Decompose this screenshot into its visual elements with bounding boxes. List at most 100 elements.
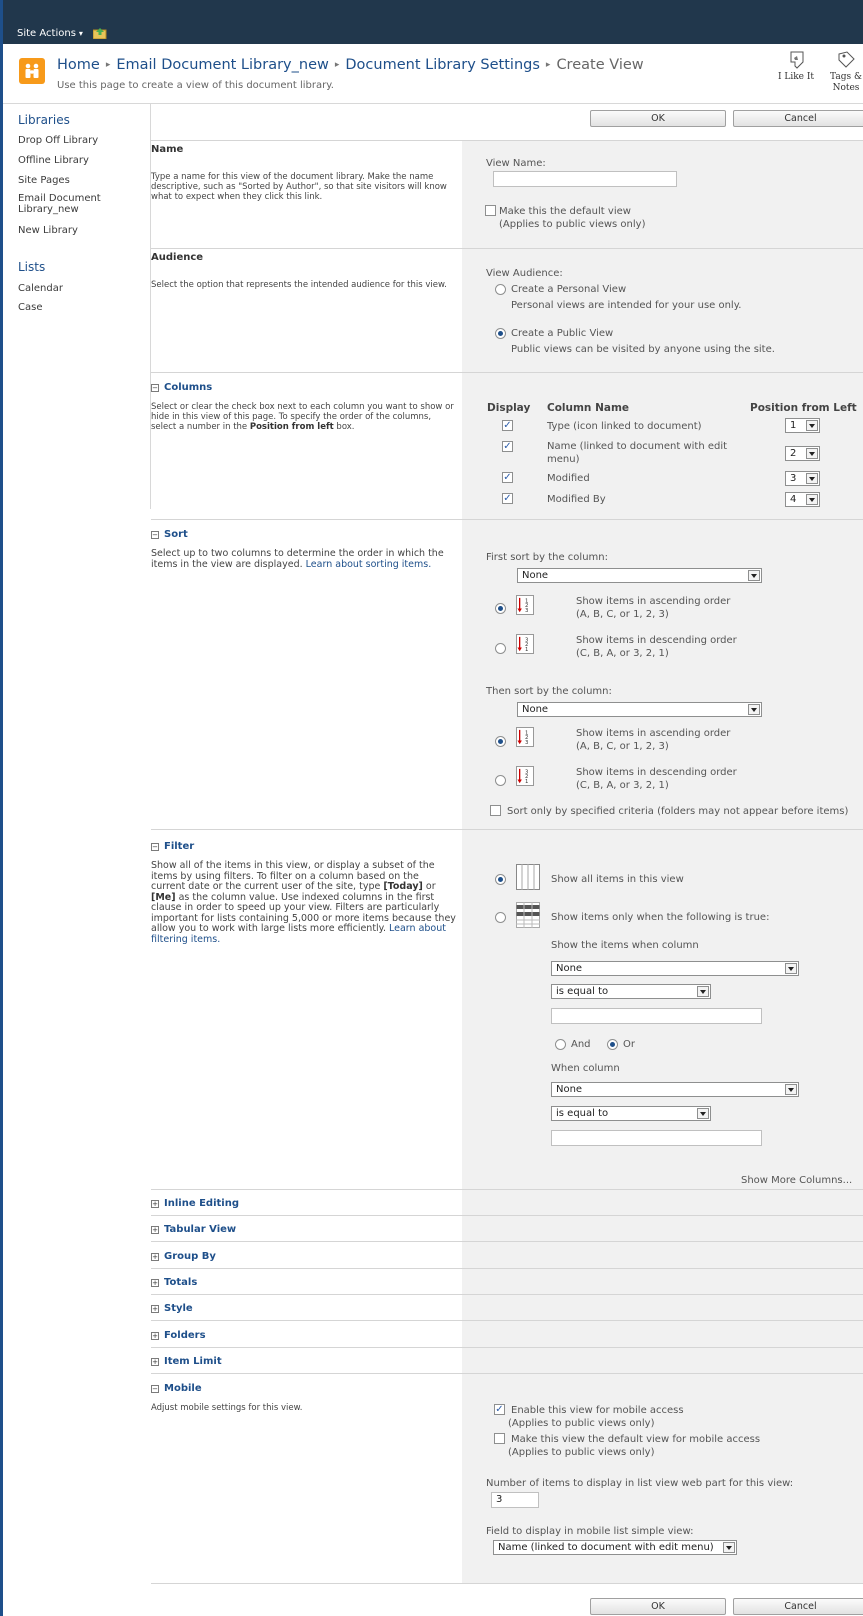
nav-item-case[interactable]: Case xyxy=(18,302,42,313)
mobile-field-label: Field to display in mobile list simple v… xyxy=(486,1526,694,1537)
filter-column-1-select[interactable]: None xyxy=(551,961,799,976)
view-name-input[interactable] xyxy=(493,171,677,187)
column-display-checkbox[interactable]: ✓ xyxy=(502,420,513,431)
mobile-section-toggle[interactable]: − Mobile xyxy=(151,1383,202,1394)
sort-section-toggle[interactable]: − Sort xyxy=(151,529,188,540)
filter-section-toggle[interactable]: − Filter xyxy=(151,841,194,852)
filter-column-2-select[interactable]: None xyxy=(551,1082,799,1097)
inline-editing-toggle[interactable]: + Inline Editing xyxy=(151,1198,239,1209)
column-position-select[interactable]: 1 xyxy=(785,418,820,433)
columns-section-description: Select or clear the check box next to ea… xyxy=(151,402,456,432)
enable-mobile-checkbox[interactable]: ✓ xyxy=(494,1404,505,1415)
personal-view-note: Personal views are intended for your use… xyxy=(511,300,742,311)
nav-heading-libraries[interactable]: Libraries xyxy=(18,113,70,127)
column-position-select[interactable]: 3 xyxy=(785,471,820,486)
chevron-down-icon xyxy=(697,986,709,997)
breadcrumb-separator: ▸ xyxy=(334,60,340,70)
column-display-checkbox[interactable]: ✓ xyxy=(502,493,513,504)
site-actions-menu[interactable]: Site Actions ▾ xyxy=(17,28,83,39)
chevron-down-icon xyxy=(806,420,818,431)
column-display-checkbox[interactable]: ✓ xyxy=(502,441,513,452)
section-title: Totals xyxy=(164,1277,198,1288)
columns-section-title: Columns xyxy=(164,382,213,393)
mobile-default-checkbox[interactable] xyxy=(494,1433,505,1444)
first-sort-column-select[interactable]: None xyxy=(517,568,762,583)
tags-label: Tags & xyxy=(830,72,862,82)
show-more-columns-link[interactable]: Show More Columns... xyxy=(741,1175,852,1186)
tabular-view-toggle[interactable]: + Tabular View xyxy=(151,1224,236,1235)
filter-value-1-input[interactable] xyxy=(551,1008,762,1024)
nav-item-offline-library[interactable]: Offline Library xyxy=(18,155,89,166)
nav-item-new-library[interactable]: New Library xyxy=(18,225,78,236)
show-all-items-label: Show all items in this view xyxy=(551,874,684,885)
show-filtered-items-radio[interactable] xyxy=(495,912,506,923)
position-value: 4 xyxy=(790,494,797,505)
notes-label: Notes xyxy=(832,83,860,93)
learn-sorting-link[interactable]: Learn about sorting items. xyxy=(306,559,432,570)
chevron-down-icon: ▾ xyxy=(78,29,83,38)
mobile-field-select[interactable]: Name (linked to document with edit menu) xyxy=(493,1540,737,1555)
collapse-icon: − xyxy=(151,531,159,539)
tags-notes-button[interactable]: Tags & Notes xyxy=(826,50,863,94)
select-value: None xyxy=(522,570,549,581)
breadcrumb-settings[interactable]: Document Library Settings xyxy=(345,57,540,73)
column-display-checkbox[interactable]: ✓ xyxy=(502,472,513,483)
filter-operator-2-select[interactable]: is equal to xyxy=(551,1106,711,1121)
filter-operator-1-select[interactable]: is equal to xyxy=(551,984,711,999)
mobile-item-count-input[interactable]: 3 xyxy=(491,1492,539,1508)
navigate-up-icon[interactable] xyxy=(93,27,108,39)
columns-section-toggle[interactable]: − Columns xyxy=(151,382,212,393)
chevron-down-icon xyxy=(748,570,760,581)
then-sort-column-select[interactable]: None xyxy=(517,702,762,717)
sort-criteria-checkbox[interactable] xyxy=(490,805,501,816)
then-sort-ascending-radio[interactable] xyxy=(495,736,506,747)
column-position-select[interactable]: 4 xyxy=(785,492,820,507)
filter-section-title: Filter xyxy=(164,841,195,852)
section-title: Folders xyxy=(164,1330,206,1341)
chevron-down-icon xyxy=(806,473,818,484)
i-like-it-button[interactable]: I Like It xyxy=(776,50,816,82)
then-sort-label: Then sort by the column: xyxy=(486,686,612,697)
expand-icon: + xyxy=(151,1226,159,1234)
first-sort-ascending-radio[interactable] xyxy=(495,603,506,614)
descending-label: Show items in descending order xyxy=(576,767,737,778)
folders-toggle[interactable]: + Folders xyxy=(151,1330,206,1341)
cancel-button[interactable]: Cancel xyxy=(733,110,863,127)
position-value: 3 xyxy=(790,473,797,484)
nav-heading-lists[interactable]: Lists xyxy=(18,260,45,274)
nav-item-site-pages[interactable]: Site Pages xyxy=(18,175,70,186)
breadcrumb: Home ▸ Email Document Library_new ▸ Document… xyxy=(57,57,644,73)
site-logo-icon[interactable] xyxy=(19,58,45,84)
public-view-radio[interactable] xyxy=(495,328,506,339)
filter-value-2-input[interactable] xyxy=(551,1130,762,1146)
tag-icon xyxy=(838,51,855,68)
display-column-header: Display xyxy=(487,402,531,414)
filter-and-radio[interactable] xyxy=(555,1039,566,1050)
ok-button[interactable]: OK xyxy=(590,110,726,127)
style-toggle[interactable]: + Style xyxy=(151,1303,193,1314)
then-sort-descending-radio[interactable] xyxy=(495,775,506,786)
enable-mobile-note: (Applies to public views only) xyxy=(508,1418,655,1429)
breadcrumb-library[interactable]: Email Document Library_new xyxy=(116,57,329,73)
nav-item-calendar[interactable]: Calendar xyxy=(18,283,63,294)
nav-item-email-document-library[interactable]: Email Document Library_new xyxy=(18,193,101,215)
cancel-button-bottom[interactable]: Cancel xyxy=(733,1598,863,1615)
breadcrumb-home[interactable]: Home xyxy=(57,57,100,73)
select-value: is equal to xyxy=(556,986,609,997)
filter-or-radio[interactable] xyxy=(607,1039,618,1050)
personal-view-radio[interactable] xyxy=(495,284,506,295)
nav-item-drop-off-library[interactable]: Drop Off Library xyxy=(18,135,98,146)
chevron-down-icon xyxy=(748,704,760,715)
column-position-select[interactable]: 2 xyxy=(785,446,820,461)
tabular-view-section xyxy=(151,1215,863,1241)
filter-table-icon xyxy=(516,902,540,928)
mobile-item-count-label: Number of items to display in list view … xyxy=(486,1478,794,1489)
default-view-checkbox[interactable] xyxy=(485,205,496,216)
group-by-toggle[interactable]: + Group By xyxy=(151,1251,216,1262)
sort-descending-icon: 321 xyxy=(516,766,534,786)
item-limit-toggle[interactable]: + Item Limit xyxy=(151,1356,222,1367)
first-sort-descending-radio[interactable] xyxy=(495,643,506,654)
show-all-items-radio[interactable] xyxy=(495,874,506,885)
ok-button-bottom[interactable]: OK xyxy=(590,1598,726,1615)
totals-toggle[interactable]: + Totals xyxy=(151,1277,197,1288)
